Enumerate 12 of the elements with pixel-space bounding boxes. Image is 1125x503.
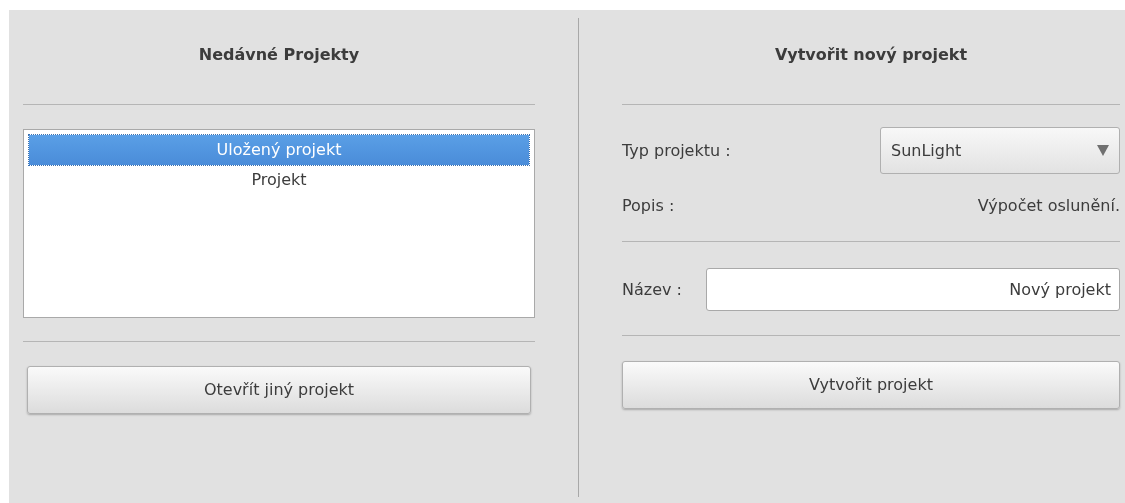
name-field[interactable]: Nový projekt [705, 268, 1120, 311]
open-project-button[interactable]: Otevřít jiný projekt [27, 366, 531, 414]
description-text: Výpočet oslunění. [977, 195, 1120, 217]
panel-title: Nedávné Projekty [197, 44, 361, 66]
field-label: Název : [622, 278, 682, 301]
create-project-button[interactable]: Vytvořit projekt [622, 361, 1120, 409]
project-type-dropdown[interactable]: SunLight [880, 127, 1120, 174]
field-label: Typ projektu : [622, 139, 731, 162]
panel-title: Vytvořit nový projekt [773, 44, 969, 66]
field-label: Popis : [622, 195, 675, 217]
caret-icon [1097, 145, 1109, 156]
list-item[interactable]: Projekt [29, 165, 529, 195]
